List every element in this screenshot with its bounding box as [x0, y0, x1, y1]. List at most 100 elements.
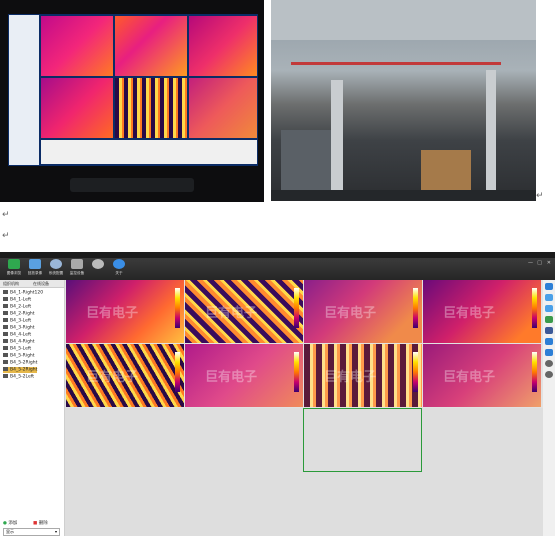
tree-item-label: B4_2-Left [10, 304, 32, 310]
tree-item-device[interactable]: B4_3-Right [3, 325, 35, 331]
camera-icon [3, 332, 8, 336]
thermal-view[interactable]: 巨有电子 [423, 280, 541, 343]
tree-item-device[interactable]: B4_2-Right [3, 311, 35, 317]
display-dropdown[interactable]: 显示 ▾ [3, 528, 60, 536]
tree-item-label: B4_3-Right [10, 325, 35, 331]
tree-item-device[interactable]: B4_1-Left [3, 297, 31, 303]
tab-organization[interactable]: 组织机构 [3, 281, 19, 287]
thermal-view[interactable]: 巨有电子 [304, 344, 422, 407]
monitor-thermal-cell [41, 16, 113, 76]
tree-item-device[interactable]: B4_4-Right [3, 339, 35, 345]
zoom-in-icon[interactable] [545, 360, 553, 367]
tree-item-label: B4_4-Left [10, 332, 32, 338]
tree-item-device[interactable]: B4_5-2Right [3, 360, 37, 366]
camera-icon [3, 304, 8, 308]
camera-icon [3, 311, 8, 315]
toolbar-button-devices[interactable]: 监控设备 [67, 259, 87, 276]
tree-item-device[interactable]: B4_4-Left [3, 332, 31, 338]
color-scale [532, 288, 537, 328]
sidebar-tabs: 组织机构 在线设备 [0, 280, 64, 288]
thermal-view[interactable]: 巨有电子 [66, 280, 184, 343]
empty-view[interactable] [184, 408, 304, 536]
toolbar-button-system-config[interactable]: 系统配置 [46, 259, 66, 276]
tree-item-device[interactable]: B4_5-Right [3, 353, 35, 359]
camera-grid: 巨有电子 巨有电子 巨有电子 巨有电子 巨有电子 巨有电子 巨有电子 巨有电子 [65, 280, 544, 536]
arrow-icon[interactable] [545, 338, 553, 345]
empty-view[interactable] [65, 408, 185, 536]
monitor-icon [8, 259, 20, 269]
playback-icon [29, 259, 41, 269]
tree-item-label: B4_1-Right120 [10, 290, 44, 296]
delete-device-button[interactable]: ■ 删除 [33, 520, 48, 526]
info-icon [113, 259, 125, 269]
color-scale [413, 288, 418, 328]
layout-icon[interactable] [545, 294, 553, 301]
toolbar-label: 监控设备 [69, 270, 85, 275]
toolbar-label: 回放录像 [27, 270, 43, 275]
camera-icon [3, 318, 8, 322]
thermal-view[interactable]: 巨有电子 [185, 344, 303, 407]
camera-icon [3, 297, 8, 301]
close-button[interactable]: ✕ [547, 260, 551, 266]
thermal-monitor-app: 图像浏览 回放录像 系统配置 监控设备 关于 — □ ✕ 组织机构 在线设备 B… [0, 252, 555, 536]
add-label: 添加 [8, 521, 18, 526]
camera-icon [71, 259, 83, 269]
thermal-view[interactable]: 巨有电子 [66, 344, 184, 407]
thermal-view[interactable]: 巨有电子 [423, 344, 541, 407]
return-mark: ↵ [2, 231, 10, 241]
dropdown-value: 显示 [6, 529, 14, 534]
toolbar-button-about[interactable]: 关于 [109, 259, 129, 276]
color-scale [294, 352, 299, 392]
pillar [331, 80, 343, 190]
toolbar-label: 系统配置 [48, 270, 64, 275]
camera-icon [3, 353, 8, 357]
watermark: 巨有电子 [205, 370, 258, 385]
camera-icon [3, 339, 8, 343]
tree-item-device[interactable]: B4_5-2Right [3, 367, 38, 373]
minimize-button[interactable]: — [528, 260, 533, 266]
arrow-icon[interactable] [545, 349, 553, 356]
monitor-screen [8, 14, 258, 166]
watermark: 巨有电子 [86, 370, 139, 385]
toolbar-button-playback[interactable]: 回放录像 [25, 259, 45, 276]
tree-item-label: B4_1-Left [10, 297, 32, 303]
pillar [486, 70, 496, 190]
tree-item-label: B4_5-2Right [10, 367, 38, 373]
camera-icon [3, 290, 8, 294]
users-icon [92, 259, 104, 269]
tree-item-label: B4_3-Left [10, 318, 32, 324]
thermal-view[interactable]: 巨有电子 [185, 280, 303, 343]
watermark: 巨有电子 [443, 370, 496, 385]
watermark: 巨有电子 [324, 306, 377, 321]
tree-item-label: B4_5-Left [10, 346, 32, 352]
thermal-view[interactable]: 巨有电子 [304, 280, 422, 343]
cardboard-boxes [421, 150, 471, 190]
zoom-out-icon[interactable] [545, 371, 553, 378]
layout-icon[interactable] [545, 305, 553, 312]
tree-item-device[interactable]: B4_2-Left [3, 304, 31, 310]
tab-online-devices[interactable]: 在线设备 [33, 281, 49, 287]
layout-icon[interactable] [545, 316, 553, 323]
empty-view[interactable] [422, 408, 544, 536]
grid-icon[interactable] [545, 283, 553, 290]
tree-item-device[interactable]: B4_1-Right120 [3, 290, 43, 296]
chevron-down-icon: ▾ [54, 529, 57, 534]
maximize-button[interactable]: □ [537, 260, 542, 266]
monitor-empty-row [41, 140, 257, 164]
tree-item-device[interactable]: B4_5-2Left [3, 374, 34, 380]
color-scale [294, 288, 299, 328]
watermark: 巨有电子 [86, 306, 139, 321]
facebook-icon[interactable] [545, 327, 553, 334]
monitor-thermal-cell [115, 16, 187, 76]
toolbar-button-image-browse[interactable]: 图像浏览 [4, 259, 24, 276]
watermark: 巨有电子 [205, 306, 258, 321]
monitor-thermal-cell [189, 78, 257, 138]
toolbar-button-users[interactable] [88, 259, 108, 270]
device-tree-panel: 组织机构 在线设备 B4_1-Right120 B4_1-Left B4_2-Lef… [0, 280, 65, 536]
tree-item-device[interactable]: B4_5-Left [3, 346, 31, 352]
gear-icon [50, 259, 62, 269]
tree-item-label: B4_5-2Left [10, 374, 35, 380]
add-device-button[interactable]: ● 添加 [3, 520, 17, 526]
tree-item-device[interactable]: B4_3-Left [3, 318, 31, 324]
selected-view-frame[interactable] [303, 408, 422, 472]
